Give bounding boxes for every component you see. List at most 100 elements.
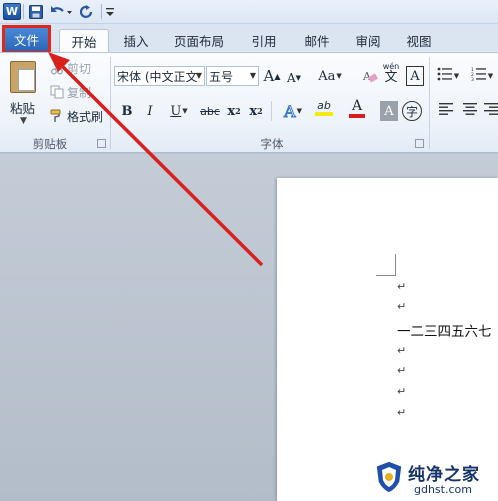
font-color-icon: A [351,97,363,114]
shrink-font-button[interactable]: A ▼ [286,68,302,88]
save-icon[interactable] [27,3,44,20]
undo-icon[interactable] [49,3,73,20]
document-text-line[interactable]: 一二三四五六七 [397,320,492,340]
subscript-icon: x [227,103,236,119]
font-size-select[interactable]: 五号 ▼ [206,66,259,86]
group-separator [271,101,272,121]
align-right-button[interactable] [484,101,498,121]
superscript-mark: 2 [257,106,263,116]
align-left-icon [439,103,453,119]
word-app-icon[interactable]: W [3,3,21,20]
paragraph-mark: ↵ [397,300,407,313]
cut-label: 剪切 [67,61,92,76]
italic-icon: I [147,103,153,119]
tab-review[interactable]: 审阅 [343,29,393,52]
enclose-characters-icon: 字 [405,104,418,119]
chevron-down-icon: ▼ [20,116,27,126]
enclose-characters-button[interactable]: 字 [402,101,422,121]
subscript-mark: 2 [235,106,241,116]
underline-button[interactable]: U ▼ [166,101,192,121]
phonetic-char: 文 [384,69,398,85]
ribbon-tabs: 文件 开始 插入 页面布局 引用 邮件 审阅 视图 [0,24,498,54]
group-separator [110,57,111,149]
change-case-button[interactable]: Aa ▼ [316,66,344,86]
font-dialog-launcher[interactable] [415,139,424,148]
tab-home[interactable]: 开始 [59,29,109,52]
numbering-icon: 123 [471,67,487,85]
format-painter-label: 格式刷 [67,109,104,124]
chevron-down-icon: ▼ [249,71,256,80]
superscript-icon: x [249,103,258,119]
tab-insert[interactable]: 插入 [111,29,161,52]
bold-button[interactable]: B [118,101,136,121]
align-center-icon [463,103,477,119]
watermark-title: 纯净之家 [408,465,480,485]
tab-references[interactable]: 引用 [237,29,291,52]
copy-label: 复制 [67,85,92,100]
phonetic-guide-button[interactable]: wén 文 [381,62,401,85]
clipboard-dialog-launcher[interactable] [97,139,106,148]
toolbar-separator [101,4,102,19]
grow-font-icon: A [263,67,275,85]
cut-button[interactable]: 剪切 [50,59,91,77]
character-border-button[interactable]: A [406,66,424,86]
watermark-logo: 纯净之家 gdhst.com [374,458,498,500]
svg-text:3: 3 [471,77,474,81]
paragraph-mark: ↵ [397,280,407,293]
numbering-button[interactable]: 123 ▼ [468,66,496,86]
bullets-button[interactable]: ▼ [436,66,460,86]
clear-format-icon: A [363,70,378,83]
highlight-button[interactable]: ab [310,98,338,118]
ribbon-home: 粘贴 ▼ 剪切 复制 格式刷 剪贴板 宋体 (中文正文 ▼ 五号 ▼ A ▲ A ▼… [0,52,498,153]
strikethrough-icon: abc [200,104,220,118]
clipboard-icon [10,61,36,93]
font-name-value: 宋体 (中文正文 [117,69,197,84]
document-page[interactable]: ↵ ↵ 一二三四五六七 ↵ ↵ ↵ ↵ [277,178,498,501]
shield-logo-icon [375,460,403,494]
text-effect-icon: A [284,101,297,121]
tab-file[interactable]: 文件 [2,25,51,54]
italic-button[interactable]: I [142,101,158,121]
paragraph-mark: ↵ [397,406,407,419]
strikethrough-button[interactable]: abc [198,101,222,121]
paragraph-mark: ↵ [397,344,407,357]
quick-access-toolbar: W [0,0,498,24]
text-effect-button[interactable]: A ▼ [279,101,307,121]
font-group-label: 字体 [260,137,284,151]
copy-button[interactable]: 复制 [50,83,91,101]
align-right-icon [484,103,498,119]
redo-icon[interactable] [78,3,96,20]
character-border-icon: A [410,68,420,84]
paste-label: 粘贴 [10,101,36,116]
superscript-button[interactable]: x2 [248,101,264,121]
format-painter-button[interactable]: 格式刷 [50,107,103,125]
copy-icon [50,85,64,99]
font-size-value: 五号 [209,69,234,84]
toolbar-separator [23,4,24,19]
character-shading-button[interactable]: A [380,101,398,121]
align-center-button[interactable] [460,101,480,121]
paste-button[interactable]: 粘贴 ▼ [4,58,44,134]
align-left-button[interactable] [436,101,456,121]
watermark-url: gdhst.com [414,483,472,496]
chevron-down-icon: ▼ [195,71,202,80]
underline-icon: U [170,103,182,119]
scissors-icon [50,61,64,75]
document-workspace[interactable]: ↵ ↵ 一二三四五六七 ↵ ↵ ↵ ↵ [0,154,498,501]
customize-toolbar-icon[interactable] [104,3,116,20]
grow-font-button[interactable]: A ▲ [263,66,281,86]
tab-view[interactable]: 视图 [395,29,443,52]
font-color-button[interactable]: A [343,98,371,118]
shrink-font-icon: A [286,71,296,85]
highlight-color-bar [315,112,333,116]
tab-page-layout[interactable]: 页面布局 [163,29,235,52]
change-case-icon: Aa [318,68,336,84]
paintbrush-icon [50,109,64,123]
clear-format-button[interactable]: A [357,66,378,86]
font-color-bar [349,113,365,118]
bullets-icon [437,67,453,85]
bold-icon: B [121,103,133,119]
tab-mailings[interactable]: 邮件 [293,29,341,52]
font-name-select[interactable]: 宋体 (中文正文 ▼ [114,66,205,86]
subscript-button[interactable]: x2 [226,101,242,121]
